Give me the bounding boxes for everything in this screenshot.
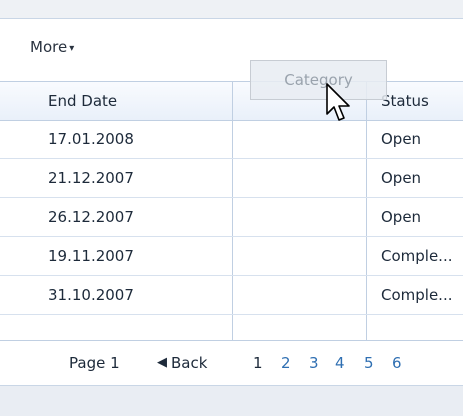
table-row[interactable]: 21.12.2007 Open <box>0 159 463 198</box>
table-row[interactable]: 31.10.2007 Comple... <box>0 276 463 315</box>
back-label: Back <box>171 354 208 372</box>
page-link-4[interactable]: 4 <box>335 341 345 385</box>
mouse-pointer-icon <box>326 83 350 121</box>
end-date-cell: 21.12.2007 <box>48 169 134 187</box>
end-date-cell: 19.11.2007 <box>48 247 134 265</box>
page-link-3[interactable]: 3 <box>309 341 319 385</box>
footer-bar <box>0 385 463 416</box>
page-link-1[interactable]: 1 <box>253 341 263 385</box>
grid-panel: More ▾ End Date Status 17.01.2008 Open 2… <box>0 19 463 369</box>
chevron-down-icon: ▾ <box>69 42 75 54</box>
more-menu-button[interactable]: More ▾ <box>30 38 74 56</box>
status-cell: Open <box>381 169 422 187</box>
page-link-5[interactable]: 5 <box>364 341 374 385</box>
end-date-cell: 26.12.2007 <box>48 208 134 226</box>
more-label: More <box>30 38 68 56</box>
column-header-status[interactable]: Status <box>381 82 429 120</box>
status-cell: Open <box>381 208 422 226</box>
table-row[interactable]: 26.12.2007 Open <box>0 198 463 237</box>
page-link-6[interactable]: 6 <box>392 341 402 385</box>
end-date-cell: 17.01.2008 <box>48 130 134 148</box>
back-arrow-icon: ◀ <box>157 355 167 370</box>
status-cell: Comple... <box>381 247 453 265</box>
dragged-column-category[interactable]: Category <box>250 60 387 100</box>
status-cell: Open <box>381 130 422 148</box>
top-bar <box>0 0 463 19</box>
page-indicator: Page 1 <box>69 354 120 372</box>
pagination-bar: Page 1 ◀ Back 1 2 3 4 5 6 <box>0 340 463 385</box>
back-button[interactable]: ◀ Back <box>157 341 207 385</box>
table-row[interactable]: 17.01.2008 Open <box>0 120 463 159</box>
table-row[interactable]: 19.11.2007 Comple... <box>0 237 463 276</box>
end-date-cell: 31.10.2007 <box>48 286 134 304</box>
toolbar: More ▾ <box>0 19 463 81</box>
status-cell: Comple... <box>381 286 453 304</box>
grid-body: 17.01.2008 Open 21.12.2007 Open 26.12.20… <box>0 120 463 315</box>
page-link-2[interactable]: 2 <box>281 341 291 385</box>
column-header-end-date[interactable]: End Date <box>48 82 117 120</box>
